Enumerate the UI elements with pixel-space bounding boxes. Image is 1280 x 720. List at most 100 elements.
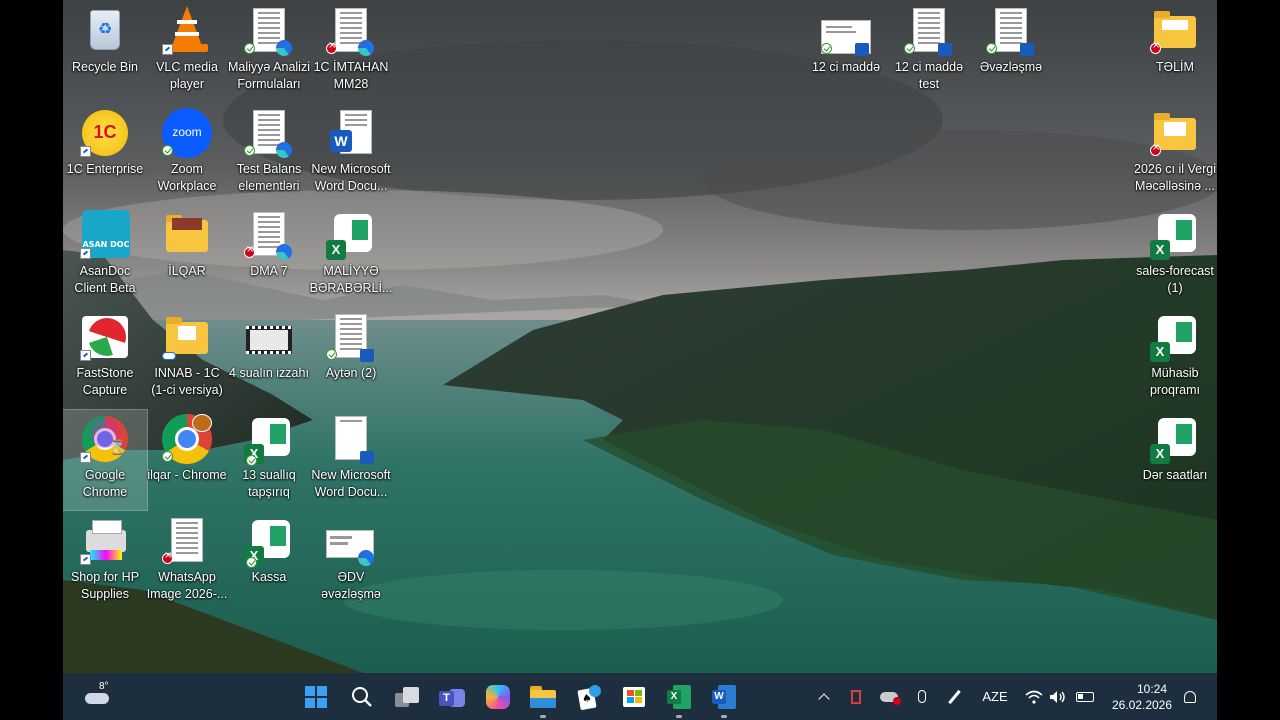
desktop-icon-kassa[interactable]: X Kassa xyxy=(227,512,311,612)
folder-icon xyxy=(1150,108,1200,158)
search-icon xyxy=(352,686,372,707)
desktop-icon-sales-forecast[interactable]: X sales-forecast (1) xyxy=(1133,206,1217,306)
desktop-icon-zoom[interactable]: zoom Zoom Workplace xyxy=(145,104,229,204)
desktop-icon-evezlesme[interactable]: Əvəzləşmə xyxy=(969,2,1053,102)
desktop-icon-label: AsanDoc Client Beta xyxy=(74,264,136,295)
microphone-icon xyxy=(918,690,926,703)
desktop-icon-test-balans[interactable]: Test Balans elementləri xyxy=(227,104,311,204)
desktop-icon-dma7[interactable]: DMA 7 xyxy=(227,206,311,306)
desktop-icon-label: New Microsoft Word Docu... xyxy=(311,468,391,499)
desktop-icon-maliyye-analizi[interactable]: Maliyyə Analizi Formulaları xyxy=(227,2,311,102)
task-view-button[interactable] xyxy=(389,673,425,720)
folder-icon xyxy=(162,210,212,260)
battery-tray-button[interactable] xyxy=(1073,673,1097,720)
desktop-icon-ilqar-chrome[interactable]: ilqar - Chrome xyxy=(145,410,229,510)
volume-tray-button[interactable] xyxy=(1047,673,1069,720)
pdf-edge-file-icon xyxy=(244,108,294,158)
desktop-icon-12-ci-madde-test[interactable]: 12 ci maddə test xyxy=(887,2,971,102)
desktop-icon-label: Əvəzləşmə xyxy=(979,60,1043,74)
desktop-icon-faststone[interactable]: FastStone Capture xyxy=(63,308,147,408)
sync-ok-badge-icon xyxy=(162,451,173,462)
excel-taskbar-button[interactable]: X xyxy=(661,673,697,720)
desktop-icon-innab[interactable]: INNAB - 1C (1-ci versiya) xyxy=(145,308,229,408)
desktop-icon-maliyye-beraberlik[interactable]: X MALİYYƏ BƏRABƏRLİ... xyxy=(309,206,393,306)
notification-bell-icon xyxy=(1184,690,1196,703)
taskbar: 8° T ♠ X W AZE 10:24 26.02.2026 xyxy=(63,673,1217,720)
recorder-icon xyxy=(851,689,861,704)
desktop-icon-whatsapp-image[interactable]: WhatsApp Image 2026-... xyxy=(145,512,229,612)
word-file-icon xyxy=(904,6,954,56)
desktop-icon-label: 4 sualın izzahı xyxy=(229,366,309,380)
desktop-icon-ilqar-folder[interactable]: İLQAR xyxy=(145,206,229,306)
desktop-icon-telim[interactable]: TƏLİM xyxy=(1133,2,1217,102)
desktop-icon-label: Zoom Workplace xyxy=(157,162,217,193)
sync-error-badge-icon xyxy=(1150,40,1161,54)
clock-button[interactable]: 10:24 26.02.2026 xyxy=(1105,673,1179,720)
word-taskbar-button[interactable]: W xyxy=(706,673,742,720)
windows-start-icon xyxy=(305,685,327,708)
teams-button[interactable]: T xyxy=(434,673,470,720)
word-file-icon xyxy=(821,6,871,56)
desktop-icon-new-word-1[interactable]: W New Microsoft Word Docu... xyxy=(309,104,393,204)
desktop-icon-muhasib[interactable]: X Mühasib proqramı xyxy=(1133,308,1217,408)
desktop-icon-recycle-bin[interactable]: ♻ Recycle Bin xyxy=(63,2,147,102)
file-explorer-icon xyxy=(530,685,556,708)
sync-error-badge-icon xyxy=(1150,142,1161,156)
desktop-icon-label: 12 ci maddə test xyxy=(894,60,964,91)
desktop-icon-1c-enterprise[interactable]: 1C 1C Enterprise xyxy=(63,104,147,204)
sync-ok-badge-icon xyxy=(244,43,255,54)
recorder-tray-button[interactable] xyxy=(845,673,867,720)
desktop-icon-asandoc[interactable]: ASAN DOC AsanDoc Client Beta xyxy=(63,206,147,306)
desktop-icon-label: VLC media player xyxy=(156,60,218,91)
solitaire-button[interactable]: ♠ xyxy=(571,673,607,720)
cloud-badge-icon xyxy=(162,352,176,360)
volume-icon xyxy=(1050,690,1065,703)
desktop-icon-label: İLQAR xyxy=(168,264,206,278)
excel-icon: X xyxy=(667,684,691,709)
desktop-icon-google-chrome[interactable]: ⌛ Google Chrome xyxy=(63,409,148,511)
show-hidden-icons-button[interactable] xyxy=(813,673,835,720)
desktop-icon-edv[interactable]: ƏDV əvəzləşmə xyxy=(309,512,393,612)
file-explorer-button[interactable] xyxy=(525,673,561,720)
sync-ok-badge-icon xyxy=(246,557,257,568)
desktop-icon-13-suallig[interactable]: X 13 suallıq tapşırıq xyxy=(227,410,311,510)
desktop-icon-2026-vergi[interactable]: 2026 cı il Vergi Məcəlləsinə ... xyxy=(1133,104,1217,204)
microsoft-store-button[interactable] xyxy=(616,673,652,720)
desktop-icon-aytan[interactable]: Aytən (2) xyxy=(309,308,393,408)
desktop-icon-new-word-2[interactable]: New Microsoft Word Docu... xyxy=(309,410,393,510)
sync-ok-badge-icon xyxy=(986,43,997,54)
desktop-icon-label: 1C Enterprise xyxy=(66,162,144,176)
faststone-icon xyxy=(80,312,130,362)
wifi-tray-button[interactable] xyxy=(1023,673,1045,720)
desktop-icon-ders-saatlari[interactable]: X Dər saatları xyxy=(1133,410,1217,510)
input-language-button[interactable]: AZE xyxy=(977,673,1013,720)
desktop-icon-12-ci-madde[interactable]: 12 ci maddə xyxy=(804,2,888,102)
sync-ok-badge-icon xyxy=(904,43,915,54)
onedrive-tray-button[interactable] xyxy=(877,673,901,720)
desktop-screen: ♻ Recycle Bin 1C 1C Enterprise ASAN DOC … xyxy=(63,0,1217,720)
desktop-icon-vlc[interactable]: VLC media player xyxy=(145,2,229,102)
notifications-button[interactable] xyxy=(1179,673,1201,720)
desktop-icon-shop-hp[interactable]: Shop for HP Supplies xyxy=(63,512,147,612)
solitaire-icon: ♠ xyxy=(577,684,601,710)
sync-ok-badge-icon xyxy=(162,145,173,156)
desktop-icon-4-sualin[interactable]: 4 sualın izzahı xyxy=(227,308,311,408)
microphone-tray-button[interactable] xyxy=(911,673,933,720)
vlc-cone-icon xyxy=(162,6,212,56)
excel-file-icon: X xyxy=(244,414,294,466)
search-button[interactable] xyxy=(344,673,380,720)
desktop-icon-label: Test Balans elementləri xyxy=(236,162,302,193)
sync-error-badge-icon xyxy=(244,244,255,258)
start-button[interactable] xyxy=(298,673,334,720)
desktop-icon-1c-imtahan[interactable]: 1C İMTAHAN MM28 xyxy=(309,2,393,102)
chevron-up-icon xyxy=(818,692,830,705)
word-file-icon: W xyxy=(326,108,376,158)
desktop-icon-label: Kassa xyxy=(251,570,287,584)
copilot-icon xyxy=(486,684,510,709)
pen-tray-button[interactable] xyxy=(943,673,965,720)
hp-printer-icon xyxy=(80,516,130,566)
desktop-icon-label: Aytən (2) xyxy=(325,366,377,380)
video-file-icon xyxy=(244,312,294,362)
copilot-button[interactable] xyxy=(480,673,516,720)
weather-widget[interactable]: 8° xyxy=(79,673,123,720)
